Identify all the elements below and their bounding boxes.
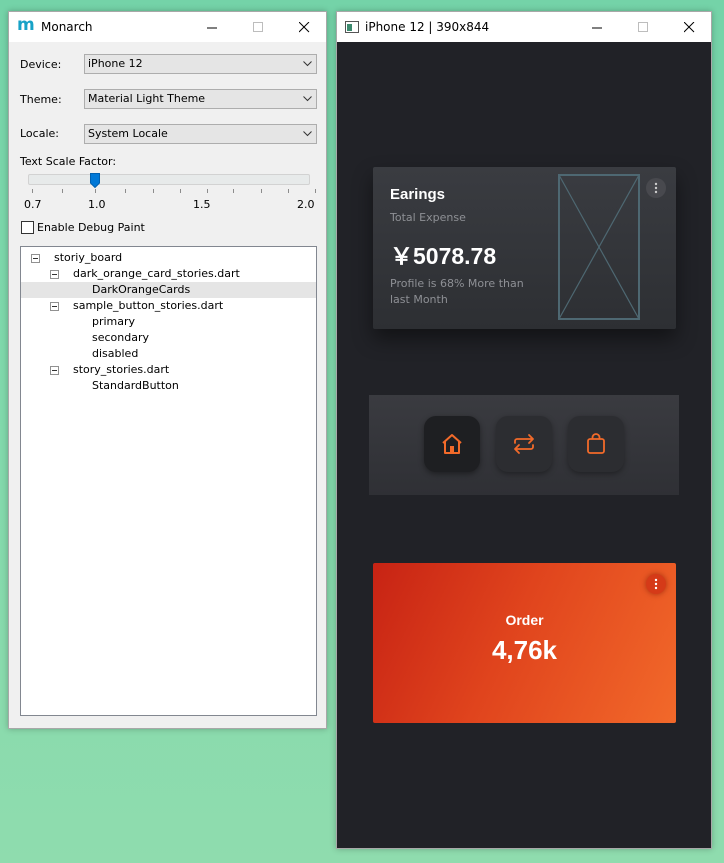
tree-item[interactable]: dark_orange_card_stories.dart — [21, 266, 316, 282]
slider-tick — [95, 189, 96, 193]
text-scale-slider[interactable] — [28, 174, 310, 185]
slider-tick — [233, 189, 234, 193]
earnings-title: Earings — [390, 186, 446, 203]
order-card[interactable]: Order 4,76k — [373, 563, 676, 723]
locale-select[interactable]: System Locale — [84, 124, 317, 144]
device-select-value: iPhone 12 — [88, 57, 143, 70]
earnings-more-button[interactable] — [646, 178, 666, 198]
collapse-icon[interactable] — [50, 366, 59, 375]
minimize-icon — [206, 27, 217, 28]
tree-item[interactable]: secondary — [21, 330, 316, 346]
maximize-button — [235, 12, 281, 42]
monarch-window: m Monarch Device: iPhone 12 Theme: Mater… — [8, 11, 327, 729]
theme-select-value: Material Light Theme — [88, 92, 206, 105]
slider-thumb[interactable] — [90, 173, 100, 188]
device-label: Device: — [20, 58, 62, 71]
tick-label: 1.5 — [193, 198, 211, 211]
slider-tick — [180, 189, 181, 193]
tree-item-label: storiy_board — [54, 251, 123, 264]
more-vertical-icon — [654, 578, 658, 590]
nav-home-button[interactable] — [424, 416, 480, 472]
close-button[interactable] — [666, 12, 712, 42]
tick-label: 2.0 — [297, 198, 315, 211]
tree-item[interactable]: story_stories.dart — [21, 362, 316, 378]
tree-item[interactable]: primary — [21, 314, 316, 330]
slider-tick — [315, 189, 316, 193]
order-value: 4,76k — [491, 635, 558, 665]
maximize-button — [620, 12, 666, 42]
minimize-button[interactable] — [574, 12, 620, 42]
theme-label: Theme: — [20, 93, 62, 106]
earnings-subtitle: Total Expense — [390, 211, 466, 224]
debug-paint-label: Enable Debug Paint — [37, 221, 145, 234]
chevron-down-icon — [303, 96, 312, 102]
device-select[interactable]: iPhone 12 — [84, 54, 317, 74]
monarch-logo-icon: m — [17, 15, 35, 35]
tree-item-label: story_stories.dart — [73, 363, 170, 376]
tree-item-label: sample_button_stories.dart — [73, 299, 224, 312]
window-title: iPhone 12 | 390x844 — [365, 20, 490, 34]
tree-item-label: disabled — [92, 347, 139, 360]
tick-label: 1.0 — [88, 198, 106, 211]
order-more-button[interactable] — [646, 574, 666, 594]
tree-item[interactable]: disabled — [21, 346, 316, 362]
phone-titlebar[interactable]: iPhone 12 | 390x844 — [337, 12, 711, 42]
theme-select[interactable]: Material Light Theme — [84, 89, 317, 109]
nav-bag-button[interactable] — [568, 416, 624, 472]
maximize-icon — [252, 21, 263, 32]
slider-tick — [125, 189, 126, 193]
shopping-bag-icon — [587, 433, 605, 454]
home-icon — [442, 434, 462, 454]
chevron-down-icon — [303, 61, 312, 67]
window-title: Monarch — [41, 20, 93, 34]
tree-item[interactable]: StandardButton — [21, 378, 316, 394]
slider-tick — [261, 189, 262, 193]
repeat-icon — [514, 434, 534, 454]
more-vertical-icon — [654, 182, 658, 194]
story-tree: storiy_board dark_orange_card_stories.dar… — [20, 246, 317, 716]
phone-window: iPhone 12 | 390x844 Earings Total Expens… — [336, 11, 712, 849]
tree-item[interactable]: sample_button_stories.dart — [21, 298, 316, 314]
tree-item-label: primary — [92, 315, 136, 328]
locale-select-value: System Locale — [88, 127, 168, 140]
earnings-card[interactable]: Earings Total Expense ￥5078.78 Profile i… — [373, 167, 676, 329]
chevron-down-icon — [303, 131, 312, 137]
locale-label: Locale: — [20, 127, 59, 140]
minimize-button[interactable] — [189, 12, 235, 42]
earnings-note: Profile is 68% More than last Month — [390, 277, 524, 306]
monarch-titlebar[interactable]: m Monarch — [9, 12, 326, 42]
bottom-nav — [369, 395, 679, 495]
text-scale-label: Text Scale Factor: — [20, 155, 117, 168]
tree-item-label: dark_orange_card_stories.dart — [73, 267, 240, 280]
order-label: Order — [505, 612, 544, 628]
collapse-icon[interactable] — [31, 254, 40, 263]
collapse-icon[interactable] — [50, 302, 59, 311]
minimize-icon — [591, 27, 602, 28]
close-icon — [298, 21, 309, 32]
tree-item[interactable]: storiy_board — [21, 250, 316, 266]
close-button[interactable] — [281, 12, 327, 42]
nav-repeat-button[interactable] — [496, 416, 552, 472]
slider-tick — [153, 189, 154, 193]
tick-label: 0.7 — [24, 198, 42, 211]
phone-screen: Earings Total Expense ￥5078.78 Profile i… — [337, 42, 711, 848]
tree-item[interactable]: DarkOrangeCards — [21, 282, 316, 298]
collapse-icon[interactable] — [50, 270, 59, 279]
tree-item-label: secondary — [92, 331, 150, 344]
slider-tick — [32, 189, 33, 193]
close-icon — [683, 21, 694, 32]
image-placeholder — [558, 174, 640, 320]
earnings-amount: ￥5078.78 — [390, 243, 497, 269]
tree-item-label: StandardButton — [92, 379, 179, 392]
debug-paint-checkbox[interactable] — [21, 221, 34, 234]
tree-item-label: DarkOrangeCards — [92, 283, 191, 296]
slider-tick — [207, 189, 208, 193]
app-window-icon — [345, 21, 359, 33]
slider-tick — [288, 189, 289, 193]
maximize-icon — [637, 21, 648, 32]
slider-tick — [62, 189, 63, 193]
